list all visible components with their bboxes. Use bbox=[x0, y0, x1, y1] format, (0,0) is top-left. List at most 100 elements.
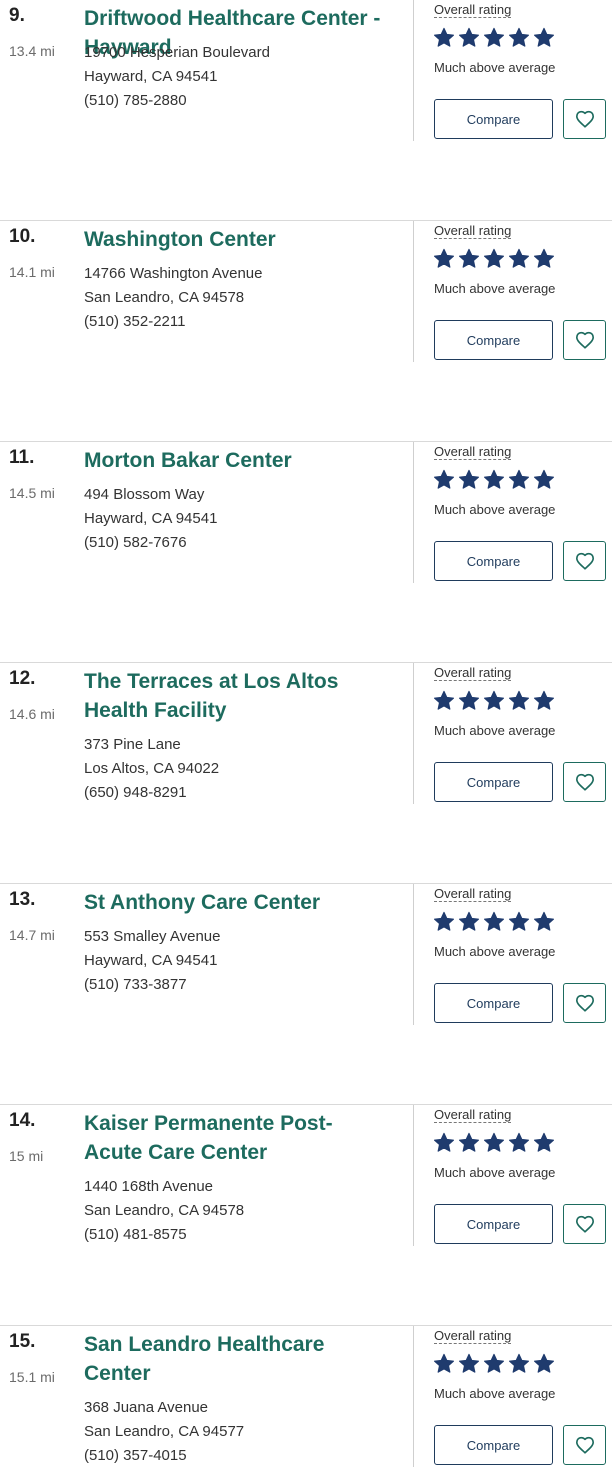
star-icon bbox=[483, 1132, 505, 1154]
heart-icon bbox=[575, 331, 595, 349]
star-icon bbox=[533, 248, 555, 270]
column-divider bbox=[413, 442, 414, 583]
facility-row: 14. 15 mi Kaiser Permanente Post-Acute C… bbox=[0, 1105, 612, 1326]
star-rating bbox=[433, 1132, 555, 1154]
facility-rank: 13. bbox=[9, 889, 36, 910]
address-street: 19700 Hesperian Boulevard bbox=[84, 44, 270, 61]
facility-row: 10. 14.1 mi Washington Center 14766 Wash… bbox=[0, 221, 612, 442]
column-divider bbox=[413, 663, 414, 804]
star-icon bbox=[433, 248, 455, 270]
favorite-button[interactable] bbox=[563, 983, 606, 1023]
star-icon bbox=[458, 469, 480, 491]
overall-rating-label[interactable]: Overall rating bbox=[434, 665, 512, 681]
favorite-button[interactable] bbox=[563, 762, 606, 802]
compare-button[interactable]: Compare bbox=[434, 762, 553, 802]
favorite-button[interactable] bbox=[563, 1204, 606, 1244]
facility-address: 494 Blossom Way Hayward, CA 94541 (510) … bbox=[84, 483, 217, 555]
star-icon bbox=[533, 911, 555, 933]
star-icon bbox=[483, 1353, 505, 1375]
address-street: 553 Smalley Avenue bbox=[84, 928, 221, 945]
address-street: 373 Pine Lane bbox=[84, 736, 181, 753]
address-city: Hayward, CA 94541 bbox=[84, 510, 218, 527]
facility-row: 9. 13.4 mi Driftwood Healthcare Center -… bbox=[0, 0, 612, 221]
address-street: 1440 168th Avenue bbox=[84, 1178, 214, 1195]
facility-name-link[interactable]: San Leandro Healthcare Center bbox=[84, 1330, 384, 1388]
facility-list: 9. 13.4 mi Driftwood Healthcare Center -… bbox=[0, 0, 612, 1480]
rating-description: Much above average bbox=[434, 1386, 556, 1401]
overall-rating-label[interactable]: Overall rating bbox=[434, 444, 512, 460]
star-icon bbox=[458, 690, 480, 712]
facility-phone: (510) 357-4015 bbox=[84, 1447, 187, 1464]
facility-address: 1440 168th Avenue San Leandro, CA 94578 … bbox=[84, 1175, 244, 1247]
facility-name-link[interactable]: Morton Bakar Center bbox=[84, 446, 384, 475]
compare-button[interactable]: Compare bbox=[434, 983, 553, 1023]
heart-icon bbox=[575, 552, 595, 570]
star-rating bbox=[433, 1353, 555, 1375]
favorite-button[interactable] bbox=[563, 1425, 606, 1465]
facility-name-link[interactable]: The Terraces at Los Altos Health Facilit… bbox=[84, 667, 384, 725]
heart-icon bbox=[575, 1215, 595, 1233]
favorite-button[interactable] bbox=[563, 99, 606, 139]
rating-description: Much above average bbox=[434, 723, 556, 738]
column-divider bbox=[413, 221, 414, 362]
star-rating bbox=[433, 690, 555, 712]
heart-icon bbox=[575, 773, 595, 791]
column-divider bbox=[413, 1326, 414, 1467]
column-divider bbox=[413, 0, 414, 141]
compare-button[interactable]: Compare bbox=[434, 1425, 553, 1465]
facility-phone: (510) 582-7676 bbox=[84, 534, 187, 551]
address-city: San Leandro, CA 94578 bbox=[84, 1202, 245, 1219]
address-city: Los Altos, CA 94022 bbox=[84, 760, 220, 777]
column-divider bbox=[413, 1105, 414, 1246]
facility-phone: (510) 733-3877 bbox=[84, 976, 187, 993]
rating-description: Much above average bbox=[434, 502, 556, 517]
facility-row: 12. 14.6 mi The Terraces at Los Altos He… bbox=[0, 663, 612, 884]
star-rating bbox=[433, 248, 555, 270]
star-icon bbox=[433, 27, 455, 49]
star-icon bbox=[508, 469, 530, 491]
facility-name-link[interactable]: St Anthony Care Center bbox=[84, 888, 384, 917]
overall-rating-label[interactable]: Overall rating bbox=[434, 1328, 512, 1344]
overall-rating-label[interactable]: Overall rating bbox=[434, 886, 512, 902]
star-rating bbox=[433, 27, 555, 49]
heart-icon bbox=[575, 1436, 595, 1454]
compare-button[interactable]: Compare bbox=[434, 541, 553, 581]
compare-button[interactable]: Compare bbox=[434, 320, 553, 360]
facility-name-link[interactable]: Washington Center bbox=[84, 225, 384, 254]
favorite-button[interactable] bbox=[563, 541, 606, 581]
compare-button[interactable]: Compare bbox=[434, 99, 553, 139]
facility-phone: (650) 948-8291 bbox=[84, 784, 187, 801]
rating-description: Much above average bbox=[434, 60, 556, 75]
star-icon bbox=[433, 1353, 455, 1375]
star-icon bbox=[433, 690, 455, 712]
facility-rank: 12. bbox=[9, 668, 36, 689]
star-icon bbox=[458, 911, 480, 933]
star-icon bbox=[533, 1132, 555, 1154]
facility-name-link[interactable]: Kaiser Permanente Post-Acute Care Center bbox=[84, 1109, 384, 1167]
rating-description: Much above average bbox=[434, 281, 556, 296]
star-icon bbox=[508, 1132, 530, 1154]
facility-address: 368 Juana Avenue San Leandro, CA 94577 (… bbox=[84, 1396, 244, 1468]
facility-row: 15. 15.1 mi San Leandro Healthcare Cente… bbox=[0, 1326, 612, 1480]
overall-rating-label[interactable]: Overall rating bbox=[434, 223, 512, 239]
address-city: San Leandro, CA 94577 bbox=[84, 1423, 245, 1440]
star-icon bbox=[508, 27, 530, 49]
star-icon bbox=[533, 690, 555, 712]
facility-address: 553 Smalley Avenue Hayward, CA 94541 (51… bbox=[84, 925, 221, 997]
facility-row: 13. 14.7 mi St Anthony Care Center 553 S… bbox=[0, 884, 612, 1105]
star-icon bbox=[458, 1132, 480, 1154]
star-rating bbox=[433, 469, 555, 491]
address-street: 14766 Washington Avenue bbox=[84, 265, 263, 282]
overall-rating-label[interactable]: Overall rating bbox=[434, 1107, 512, 1123]
facility-distance: 15.1 mi bbox=[9, 1369, 55, 1385]
address-street: 494 Blossom Way bbox=[84, 486, 205, 503]
overall-rating-label[interactable]: Overall rating bbox=[434, 2, 512, 18]
star-icon bbox=[483, 248, 505, 270]
address-street: 368 Juana Avenue bbox=[84, 1399, 209, 1416]
star-icon bbox=[483, 690, 505, 712]
facility-address: 373 Pine Lane Los Altos, CA 94022 (650) … bbox=[84, 733, 219, 805]
star-icon bbox=[458, 1353, 480, 1375]
facility-distance: 15 mi bbox=[9, 1148, 44, 1164]
favorite-button[interactable] bbox=[563, 320, 606, 360]
compare-button[interactable]: Compare bbox=[434, 1204, 553, 1244]
